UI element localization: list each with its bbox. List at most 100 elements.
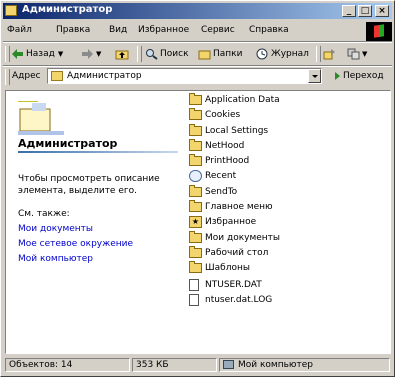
- list-item[interactable]: ★ Избранное: [189, 215, 256, 229]
- folders-button[interactable]: Папки: [198, 46, 242, 62]
- menu-tools[interactable]: Сервис: [201, 25, 235, 35]
- file-list: Application Data Cookies Local Settings …: [186, 91, 390, 353]
- toolbar-separator: [3, 41, 392, 43]
- chevron-down-icon: ▼: [57, 50, 64, 58]
- back-label: Назад: [26, 49, 55, 59]
- title-bar[interactable]: Администратор _ □ ×: [3, 3, 392, 19]
- folder-icon: [189, 246, 202, 258]
- large-folder-icon: [18, 100, 64, 135]
- status-location-label: Мой компьютер: [238, 360, 313, 370]
- link-my-computer[interactable]: Мой компьютер: [18, 254, 93, 264]
- file-icon: [189, 279, 199, 291]
- address-value: Администратор: [67, 71, 142, 81]
- address-dropdown-button[interactable]: [308, 69, 321, 83]
- toolbar-grip[interactable]: [5, 46, 10, 62]
- history-icon: [256, 48, 269, 60]
- list-item[interactable]: Application Data: [189, 93, 280, 107]
- list-item[interactable]: Шаблоны: [189, 261, 250, 275]
- folder-icon: [189, 261, 202, 273]
- folder-view: Администратор Чтобы просмотреть описание…: [5, 90, 391, 354]
- item-label: Cookies: [205, 110, 241, 120]
- list-item[interactable]: Recent: [189, 169, 236, 183]
- folder-icon: [189, 154, 202, 166]
- go-label: Переход: [343, 71, 384, 81]
- item-label: Шаблоны: [205, 263, 250, 273]
- item-label: NTUSER.DAT: [205, 280, 262, 290]
- address-field[interactable]: Администратор: [47, 68, 322, 84]
- address-label: Адрес: [12, 71, 41, 81]
- folder-icon: [189, 231, 202, 243]
- maximize-button[interactable]: □: [358, 5, 372, 17]
- copy-to-button[interactable]: ▼: [347, 46, 367, 62]
- status-size: 353 КБ: [132, 358, 217, 372]
- move-to-button[interactable]: [323, 46, 338, 62]
- list-item[interactable]: Главное меню: [189, 200, 273, 214]
- window-title: Администратор: [22, 4, 113, 15]
- explorer-window: Администратор _ □ × Файл Правка Вид Избр…: [0, 0, 395, 377]
- folder-icon: [189, 200, 202, 212]
- list-item[interactable]: PrintHood: [189, 154, 249, 168]
- list-item[interactable]: Cookies: [189, 108, 240, 122]
- title-underline: [18, 151, 178, 153]
- menu-help[interactable]: Справка: [249, 25, 289, 35]
- file-icon: [189, 294, 199, 306]
- forward-arrow-icon: [81, 48, 94, 60]
- recent-icon: [189, 170, 202, 182]
- list-item[interactable]: Мои документы: [189, 231, 280, 245]
- item-label: Local Settings: [205, 126, 269, 136]
- journal-button[interactable]: Журнал: [256, 46, 309, 62]
- list-item[interactable]: Local Settings: [189, 124, 268, 138]
- list-item[interactable]: Рабочий стол: [189, 246, 268, 260]
- minimize-button[interactable]: _: [342, 5, 356, 17]
- copy-to-icon: [347, 48, 360, 60]
- journal-label: Журнал: [271, 49, 309, 59]
- folders-label: Папки: [213, 49, 243, 59]
- menu-file[interactable]: Файл: [7, 25, 32, 35]
- back-arrow-icon: [11, 48, 24, 60]
- item-label: ntuser.dat.LOG: [205, 295, 273, 305]
- link-network-places[interactable]: Мое сетевое окружение: [18, 239, 133, 249]
- status-bar: Объектов: 14 353 КБ Мой компьютер: [3, 357, 392, 373]
- status-location: Мой компьютер: [219, 358, 390, 372]
- toolbar: Назад ▼ ▼ Поиск Папки Журнал ▼: [3, 44, 392, 64]
- folder-icon: [189, 124, 202, 136]
- item-label: NetHood: [205, 141, 245, 151]
- go-button[interactable]: Переход: [328, 68, 384, 84]
- computer-icon: [223, 360, 234, 369]
- chevron-down-icon: ▼: [96, 50, 102, 58]
- folder-icon: [189, 108, 202, 120]
- windows-logo: [366, 22, 392, 41]
- item-label: Рабочий стол: [205, 248, 269, 258]
- web-view-panel: Администратор Чтобы просмотреть описание…: [6, 91, 184, 353]
- close-button[interactable]: ×: [375, 5, 389, 17]
- up-folder-button[interactable]: [115, 46, 130, 62]
- list-item[interactable]: ntuser.dat.LOG: [189, 293, 272, 307]
- back-button[interactable]: Назад ▼: [11, 46, 63, 62]
- item-label: Application Data: [205, 95, 280, 105]
- folder-icon: [51, 71, 63, 81]
- go-arrow-icon: [328, 70, 341, 82]
- folder-icon: [189, 139, 202, 151]
- search-label: Поиск: [160, 49, 189, 59]
- folder-icon: [189, 93, 202, 105]
- address-grip[interactable]: [5, 69, 10, 85]
- list-item[interactable]: NTUSER.DAT: [189, 278, 262, 292]
- search-button[interactable]: Поиск: [145, 46, 189, 62]
- menu-bar: Файл Правка Вид Избранное Сервис Справка: [3, 22, 363, 38]
- chevron-down-icon: ▼: [362, 50, 368, 58]
- menu-favorites[interactable]: Избранное: [138, 25, 189, 35]
- folders-icon: [198, 48, 211, 60]
- folder-icon: [5, 5, 17, 16]
- list-item[interactable]: NetHood: [189, 139, 244, 153]
- toolbar-divider: [137, 46, 142, 62]
- address-bar: Адрес Администратор Переход: [3, 67, 392, 87]
- list-item[interactable]: SendTo: [189, 185, 237, 199]
- link-my-documents[interactable]: Мои документы: [18, 224, 93, 234]
- item-label: PrintHood: [205, 156, 250, 166]
- panel-description: Чтобы просмотреть описание элемента, выд…: [18, 174, 160, 196]
- item-label: SendTo: [205, 187, 238, 197]
- menu-view[interactable]: Вид: [109, 25, 127, 35]
- forward-button[interactable]: ▼: [81, 46, 101, 62]
- favorites-icon: ★: [189, 216, 202, 228]
- menu-edit[interactable]: Правка: [56, 25, 90, 35]
